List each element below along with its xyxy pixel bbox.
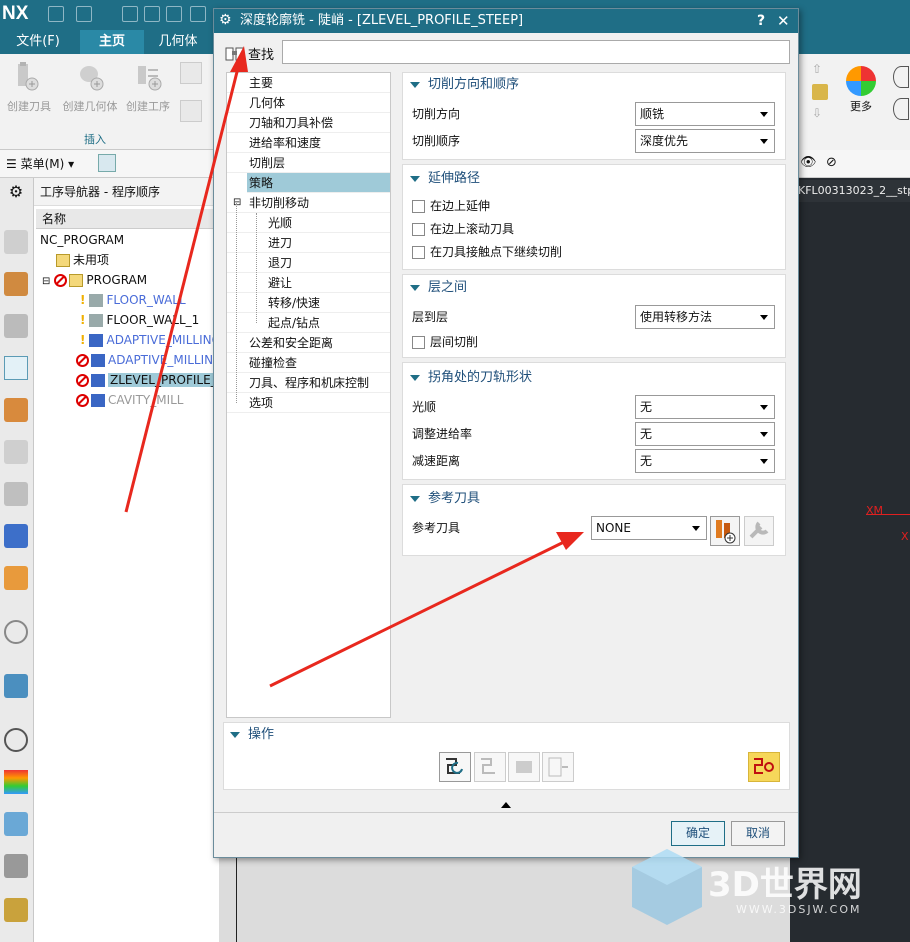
watermark: 3D世界网 WWW.3DSJW.COM <box>618 845 910 942</box>
annotation-arrow-line <box>124 59 242 513</box>
annotation-arrow-line <box>269 538 569 688</box>
watermark-url: WWW.3DSJW.COM <box>736 903 862 916</box>
annotation-arrowhead <box>230 46 248 72</box>
annotation-arrows <box>124 46 584 688</box>
annotation-arrowhead <box>556 532 584 550</box>
watermark-brand: 3D世界网 <box>708 865 862 905</box>
watermark-cube-icon <box>632 849 702 925</box>
